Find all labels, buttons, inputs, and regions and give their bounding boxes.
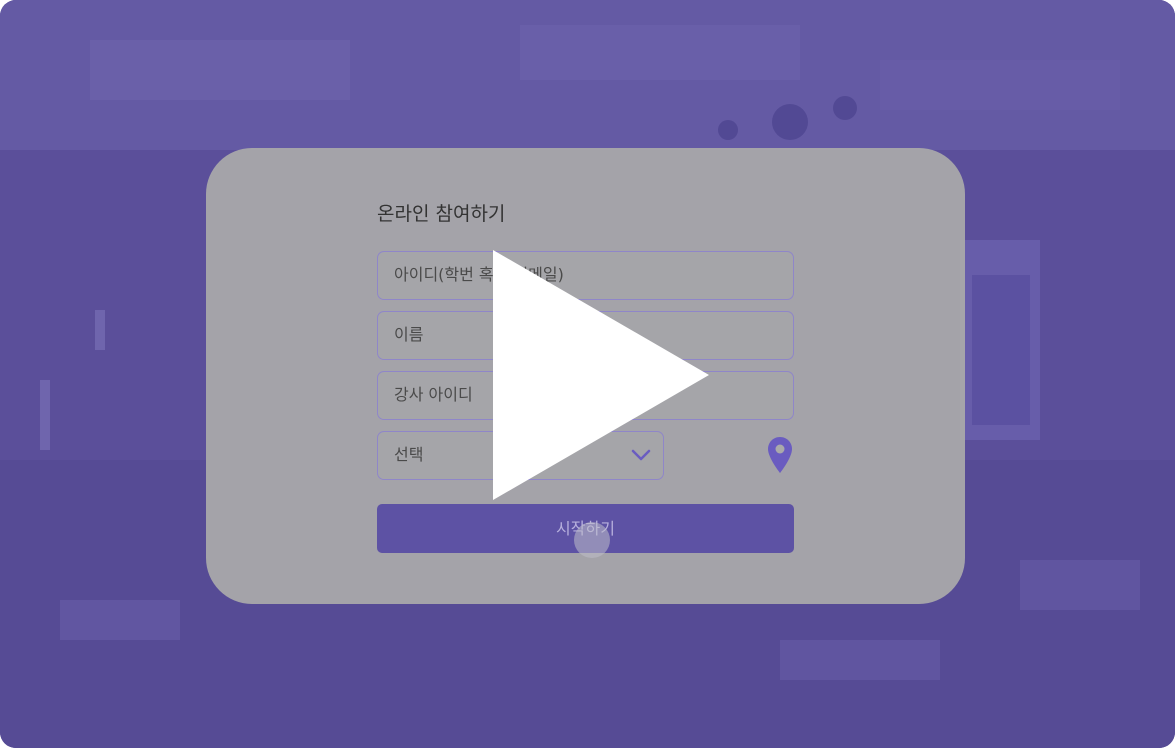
cursor-indicator [574,522,610,558]
play-icon[interactable] [493,250,709,500]
location-pin-icon[interactable] [767,436,793,474]
video-thumbnail[interactable]: 온라인 참여하기 아이디(학번 혹은 이메일) 이름 강사 아이디 선택 시작하… [0,0,1175,748]
location-select-value: 선택 [394,445,424,464]
name-input-placeholder: 이름 [394,325,424,344]
form-title: 온라인 참여하기 [377,203,506,225]
teacher-id-input-placeholder: 강사 아이디 [394,385,473,404]
